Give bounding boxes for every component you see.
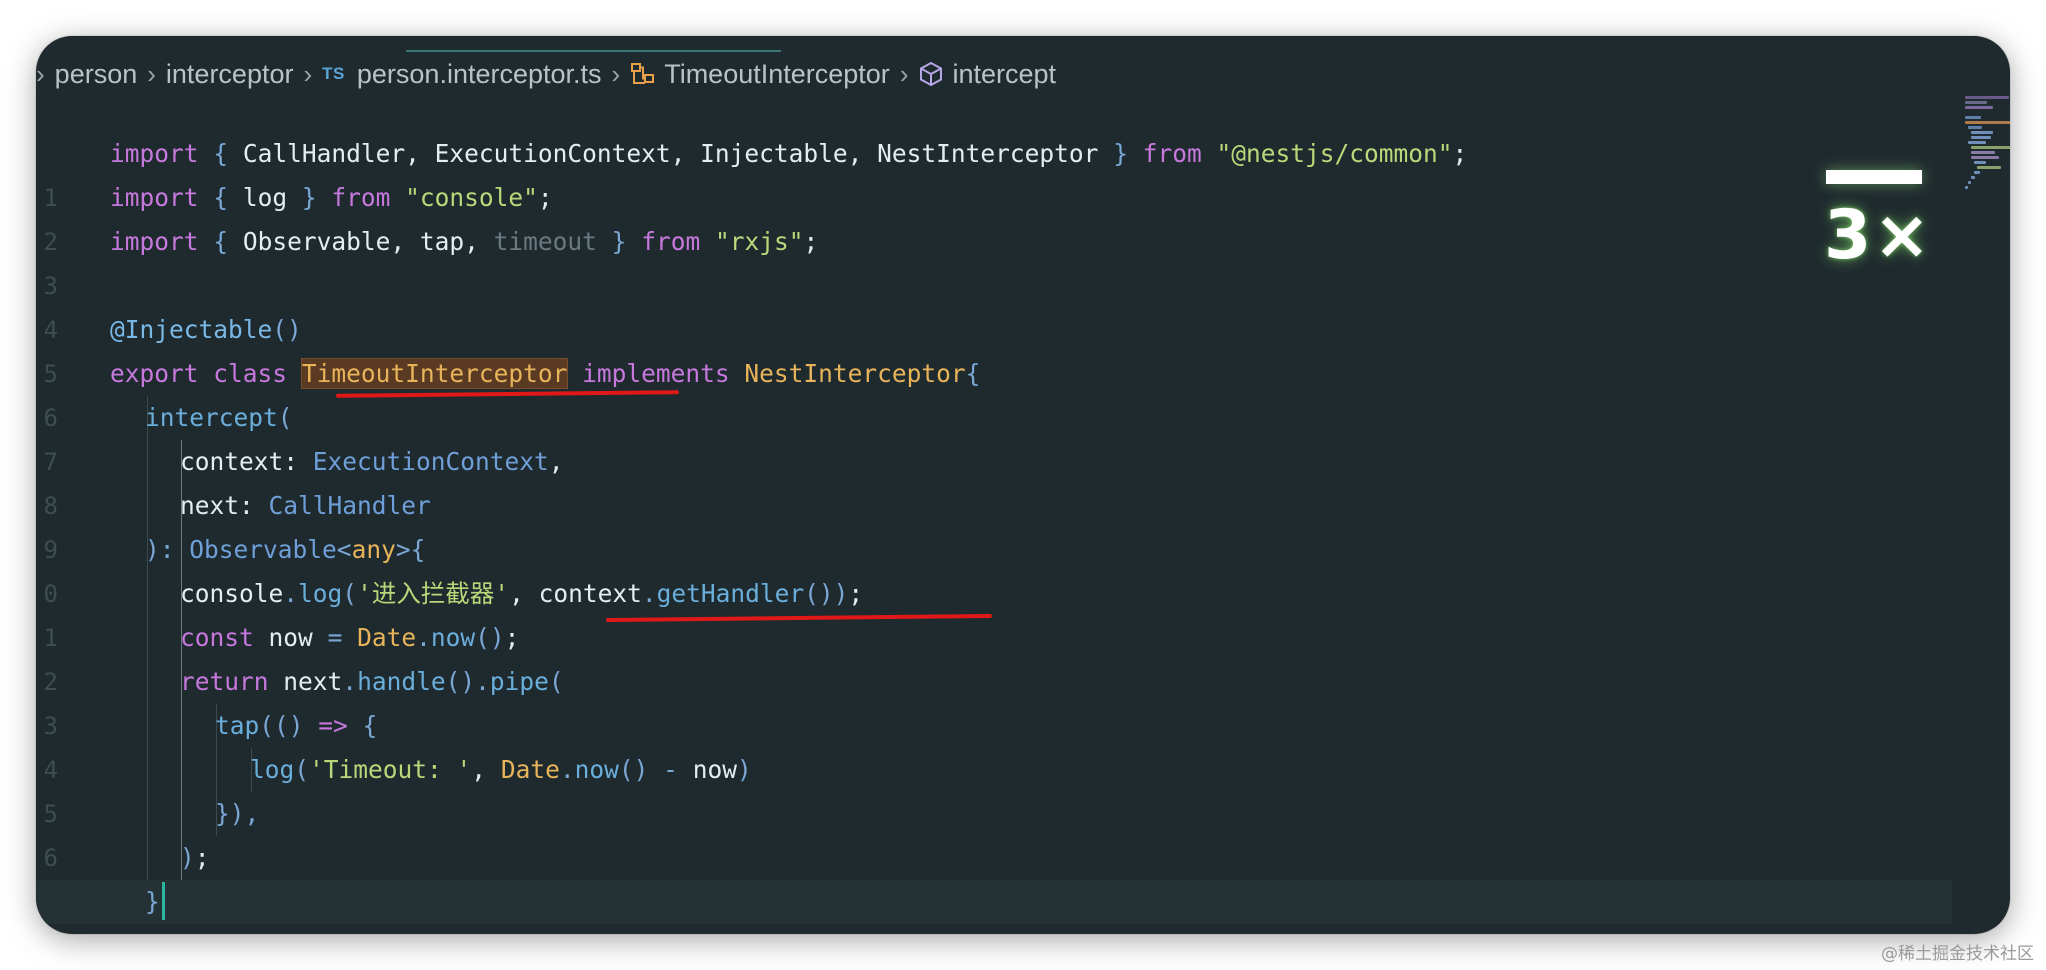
code-editor[interactable]: 1 import { CallHandler, ExecutionContext… [36, 132, 2010, 934]
chevron-right-icon: › [303, 58, 313, 89]
highlighted-class-name: TimeoutInterceptor [300, 358, 569, 389]
breadcrumb-item-file[interactable]: person.interceptor.ts [357, 59, 602, 90]
code-line: 6 }), [36, 792, 1956, 872]
code-line: 1 console.log('进入拦截器', context.getHandle… [36, 572, 1956, 652]
code-line: 3 return next.handle().pipe( [36, 660, 1956, 740]
code-line: 2 import { log } from "console"; [36, 176, 1956, 256]
breadcrumb-item-folder-interceptor[interactable]: interceptor [166, 59, 294, 90]
text-cursor [161, 882, 165, 920]
code-line: 4 tap(() => { [36, 704, 1956, 784]
code-line: 6 export class TimeoutInterceptor implem… [36, 352, 1956, 432]
code-line: 5 log('Timeout: ', Date.now() - now) [36, 748, 1956, 828]
breadcrumb-item-class[interactable]: TimeoutInterceptor [664, 59, 890, 90]
code-line: 9 } [36, 924, 1956, 934]
class-symbol-icon [630, 61, 656, 87]
breadcrumb-item-method[interactable]: intercept [952, 59, 1056, 90]
speed-bar [1826, 170, 1922, 184]
method-cube-icon [918, 61, 944, 87]
editor-window: › person › interceptor › TS person.inter… [36, 36, 2010, 934]
code-line: 4 [36, 264, 1956, 344]
playback-speed-badge: 3× [1824, 170, 1930, 280]
chevron-right-icon: › [36, 58, 45, 89]
playback-speed-label: 3× [1824, 196, 1933, 275]
code-line: 3 import { Observable, tap, timeout } fr… [36, 220, 1956, 300]
breadcrumb-item-folder-person[interactable]: person [55, 59, 138, 90]
code-line: 0 ): Observable<any>{ [36, 528, 1956, 608]
chevron-right-icon: › [899, 58, 909, 89]
minimap[interactable] [1959, 94, 2010, 214]
watermark: @稀土掘金技术社区 [1881, 944, 2034, 964]
chevron-right-icon: › [611, 58, 621, 89]
active-tab-indicator [406, 50, 781, 52]
code-line-current: 18 } [36, 880, 1952, 934]
chevron-right-icon: › [147, 58, 156, 89]
code-line: 7 ); [36, 836, 1956, 916]
code-line: 1 import { CallHandler, ExecutionContext… [36, 132, 1956, 212]
code-line: 7 intercept( [36, 396, 1956, 476]
breadcrumb: › person › interceptor › TS person.inter… [36, 54, 1056, 94]
typescript-file-icon: TS [322, 64, 345, 83]
code-line: 8 context: ExecutionContext, [36, 440, 1956, 520]
code-line: 9 next: CallHandler [36, 484, 1956, 564]
code-line: 5 @Injectable() [36, 308, 1956, 388]
code-line: 2 const now = Date.now(); [36, 616, 1956, 696]
